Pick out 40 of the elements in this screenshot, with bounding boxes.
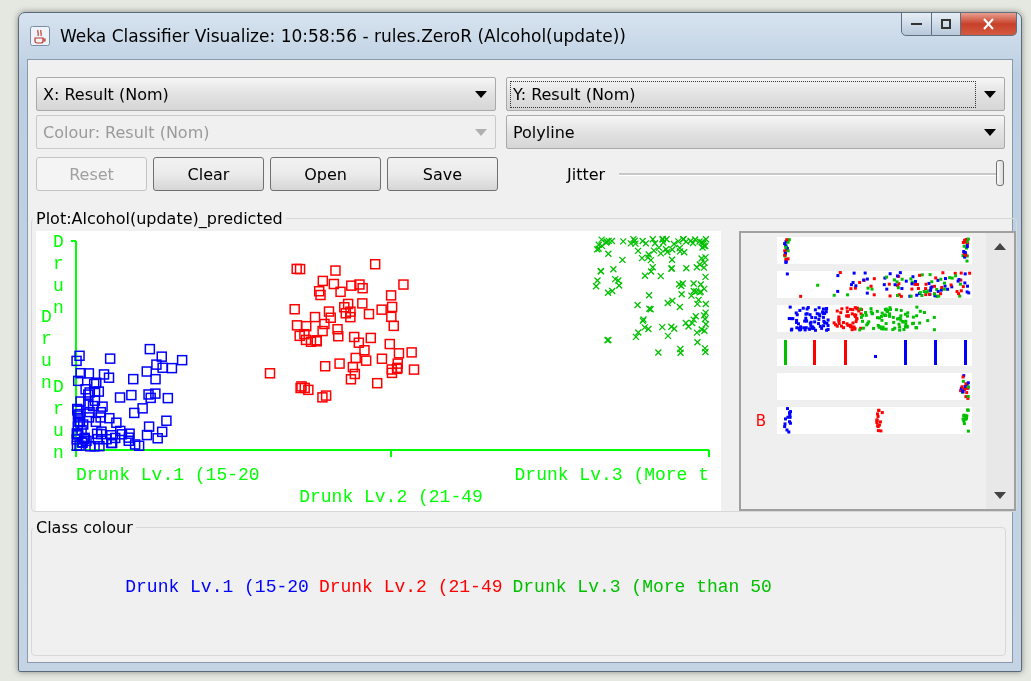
axis-label: Drunk Lv.1 (15-20 <box>76 465 260 485</box>
axis-label: Drun <box>53 232 64 318</box>
action-button[interactable]: Save <box>387 157 498 191</box>
class-legend-item[interactable]: Drunk Lv.2 (21-49 <box>318 577 503 597</box>
axis-label: Drun <box>53 377 64 463</box>
dropdown[interactable]: X: Result (Nom) <box>36 77 496 111</box>
dropdown[interactable]: Polyline <box>506 115 1005 149</box>
strip-label: B <box>754 411 768 430</box>
action-button[interactable]: Clear <box>153 157 264 191</box>
caret-icon <box>984 128 996 136</box>
axis-label: Drunk Lv.3 (More t <box>514 465 709 485</box>
attribute-strip[interactable] <box>777 305 972 332</box>
axis-label: Drun <box>41 307 52 393</box>
scroll-up-icon[interactable] <box>994 243 1006 250</box>
action-button[interactable]: Open <box>270 157 381 191</box>
caret-icon <box>475 90 487 98</box>
attribute-strip[interactable] <box>777 339 972 366</box>
slider-thumb[interactable] <box>996 160 1005 186</box>
slider-label: Jitter <box>567 164 606 184</box>
attribute-strip[interactable] <box>777 271 972 298</box>
dropdown[interactable]: Y: Result (Nom) <box>506 77 1005 111</box>
close-button[interactable] <box>961 12 1017 36</box>
jitter-slider[interactable] <box>619 159 1005 189</box>
caret-icon <box>475 128 487 136</box>
axis-label: Drunk Lv.2 (21-49 <box>299 487 483 507</box>
panel-title: Class colour <box>35 518 134 537</box>
class-legend-item[interactable]: Drunk Lv.1 (15-20 <box>125 577 309 597</box>
coffee-cup-icon <box>30 26 50 46</box>
window-title: Weka Classifier Visualize: 10:58:56 - rules.ZeroR (Alcohol(update)) <box>60 26 627 46</box>
caret-icon <box>984 90 996 98</box>
maximize-button[interactable] <box>932 12 961 36</box>
attribute-strip[interactable] <box>777 407 972 434</box>
minimize-button[interactable] <box>901 12 932 36</box>
maximize-icon <box>941 19 951 29</box>
attribute-strip[interactable] <box>777 237 972 264</box>
scrollbar[interactable] <box>986 233 1014 509</box>
scroll-down-icon[interactable] <box>994 492 1006 499</box>
minimize-icon <box>911 23 922 25</box>
panel-title: Plot:Alcohol(update)_predicted <box>35 209 284 228</box>
close-icon <box>983 18 994 30</box>
